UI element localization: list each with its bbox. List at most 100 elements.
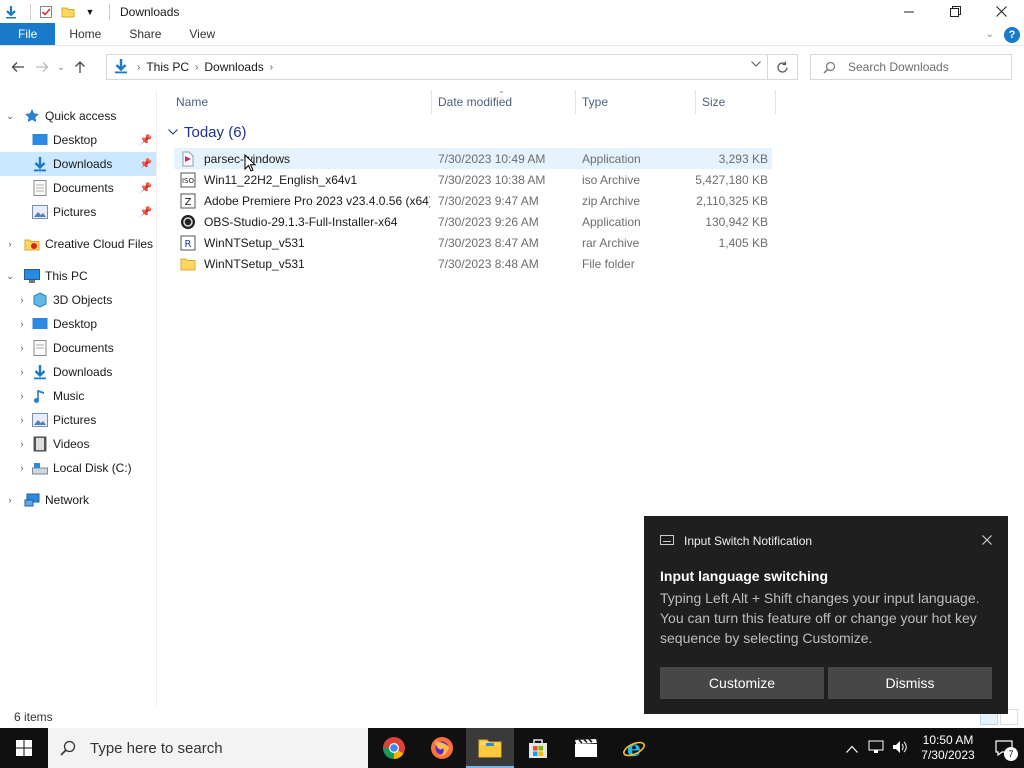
internet-explorer-icon[interactable]: e	[610, 728, 658, 768]
help-icon[interactable]: ?	[1004, 26, 1020, 43]
expand-chevron-icon[interactable]: ›	[4, 239, 16, 249]
firefox-icon[interactable]	[418, 728, 466, 768]
nav-qa-downloads[interactable]: Downloads 📌	[0, 152, 156, 176]
nav-pc-local-disk[interactable]: › Local Disk (C:)	[0, 456, 156, 480]
customize-toolbar-dropdown-icon[interactable]: ▼	[81, 3, 99, 21]
video-editor-icon[interactable]	[562, 728, 610, 768]
address-dropdown-icon[interactable]	[751, 59, 761, 70]
window-title: Downloads	[120, 4, 180, 19]
refresh-button[interactable]	[768, 54, 798, 80]
breadcrumb-separator-icon[interactable]: ›	[270, 62, 273, 73]
nav-qa-pictures[interactable]: Pictures 📌	[0, 200, 156, 224]
back-button[interactable]	[6, 55, 30, 79]
group-header-today[interactable]: Today (6)	[168, 124, 247, 141]
file-name: WinNTSetup_v531	[204, 256, 305, 271]
expand-chevron-icon[interactable]: ›	[4, 495, 16, 505]
file-name: Adobe Premiere Pro 2023 v23.4.0.56 (x64)…	[204, 193, 430, 208]
close-icon[interactable]	[982, 532, 992, 550]
taskbar-search-placeholder: Type here to search	[90, 739, 223, 757]
breadcrumb-this-pc[interactable]: This PC	[146, 60, 189, 74]
start-button[interactable]	[0, 728, 48, 768]
expand-chevron-icon[interactable]: ›	[16, 319, 28, 329]
collapse-group-icon[interactable]	[168, 127, 178, 138]
svg-text:e: e	[627, 736, 641, 760]
breadcrumb-downloads[interactable]: Downloads	[204, 60, 263, 74]
expand-chevron-icon[interactable]: ›	[16, 343, 28, 353]
table-row[interactable]: OBS-Studio-29.1.3-Full-Installer-x64 7/3…	[174, 211, 772, 232]
nav-pc-3d-objects[interactable]: › 3D Objects	[0, 288, 156, 312]
properties-icon[interactable]	[37, 3, 55, 21]
close-window-button[interactable]	[978, 0, 1024, 23]
nav-pc-music[interactable]: › Music	[0, 384, 156, 408]
table-row[interactable]: R WinNTSetup_v531 7/30/2023 8:47 AM rar …	[174, 232, 772, 253]
windows-logo-icon	[16, 740, 32, 756]
file-explorer-icon[interactable]	[466, 728, 514, 768]
nav-qa-documents[interactable]: Documents 📌	[0, 176, 156, 200]
dismiss-button[interactable]: Dismiss	[828, 667, 992, 699]
nav-quick-access[interactable]: ⌄ Quick access	[4, 104, 160, 128]
breadcrumb-separator-icon[interactable]: ›	[137, 62, 140, 73]
column-header-size[interactable]: Size	[696, 90, 776, 114]
iso-archive-icon: ISO	[180, 172, 196, 188]
restore-button[interactable]	[932, 0, 978, 23]
nav-pc-desktop[interactable]: › Desktop	[0, 312, 156, 336]
volume-icon[interactable]	[888, 740, 912, 757]
tab-view[interactable]: View	[175, 23, 229, 45]
tab-file[interactable]: File	[0, 23, 56, 45]
customize-button[interactable]: Customize	[660, 667, 824, 699]
pictures-icon	[32, 204, 48, 220]
expand-ribbon-icon[interactable]: ⌄	[986, 29, 994, 40]
nav-pc-videos[interactable]: › Videos	[0, 432, 156, 456]
column-label: Size	[702, 95, 726, 109]
expand-chevron-icon[interactable]: ›	[16, 463, 28, 473]
new-folder-icon[interactable]	[59, 3, 77, 21]
table-row[interactable]: ISO Win11_22H2_English_x64v1 7/30/2023 1…	[174, 169, 772, 190]
chrome-icon[interactable]	[370, 728, 418, 768]
nav-pc-downloads[interactable]: › Downloads	[0, 360, 156, 384]
search-input[interactable]: Search Downloads	[810, 54, 1012, 80]
address-bar[interactable]: › This PC › Downloads ›	[106, 54, 768, 80]
clock[interactable]: 10:50 AM 7/30/2023	[912, 733, 984, 763]
nav-network[interactable]: › Network	[4, 488, 160, 512]
table-row[interactable]: WinNTSetup_v531 7/30/2023 8:48 AM File f…	[174, 253, 772, 274]
nav-label: Documents	[53, 181, 114, 195]
desktop-icon	[32, 316, 48, 332]
nav-qa-desktop[interactable]: Desktop 📌	[0, 128, 156, 152]
breadcrumb-separator-icon[interactable]: ›	[195, 62, 198, 73]
file-type: rar Archive	[582, 235, 640, 250]
forward-button[interactable]	[30, 55, 54, 79]
column-label: Date modified	[438, 95, 513, 109]
file-size: 5,427,180 KB	[695, 172, 768, 187]
collapse-chevron-icon[interactable]: ⌄	[4, 111, 16, 122]
tab-home[interactable]: Home	[55, 23, 115, 45]
expand-chevron-icon[interactable]: ›	[16, 367, 28, 377]
taskbar-search-input[interactable]: Type here to search	[48, 728, 368, 768]
nav-pc-pictures[interactable]: › Pictures	[0, 408, 156, 432]
tab-share[interactable]: Share	[115, 23, 175, 45]
action-center-button[interactable]: 7	[984, 728, 1024, 768]
microsoft-store-icon[interactable]	[514, 728, 562, 768]
nav-this-pc[interactable]: ⌄ This PC	[4, 264, 160, 288]
table-row[interactable]: parsec-windows 7/30/2023 10:49 AM Applic…	[174, 148, 772, 169]
file-size: 2,110,325 KB	[696, 193, 768, 208]
expand-chevron-icon[interactable]: ›	[16, 295, 28, 305]
nav-creative-cloud[interactable]: › Creative Cloud Files	[4, 232, 160, 256]
table-row[interactable]: Z Adobe Premiere Pro 2023 v23.4.0.56 (x6…	[174, 190, 772, 211]
collapse-chevron-icon[interactable]: ⌄	[4, 271, 16, 282]
column-header-type[interactable]: Type	[576, 90, 696, 114]
expand-chevron-icon[interactable]: ›	[16, 415, 28, 425]
expand-chevron-icon[interactable]: ›	[16, 439, 28, 449]
expand-chevron-icon[interactable]: ›	[16, 391, 28, 401]
computer-icon	[24, 268, 40, 284]
show-hidden-icons-icon[interactable]	[840, 741, 864, 756]
column-header-name[interactable]: Name	[170, 90, 432, 114]
column-header-date[interactable]: Date modified ⌄	[432, 86, 576, 114]
nav-label: Desktop	[53, 133, 98, 147]
recent-locations-dropdown[interactable]: ⌄	[54, 55, 68, 79]
network-status-icon[interactable]	[864, 740, 888, 757]
up-button[interactable]	[68, 55, 92, 79]
nav-pc-documents[interactable]: › Documents	[0, 336, 156, 360]
notification-toast[interactable]: Input Switch Notification Input language…	[644, 516, 1008, 714]
minimize-button[interactable]	[886, 0, 932, 23]
system-tray: 10:50 AM 7/30/2023 7	[840, 728, 1024, 768]
